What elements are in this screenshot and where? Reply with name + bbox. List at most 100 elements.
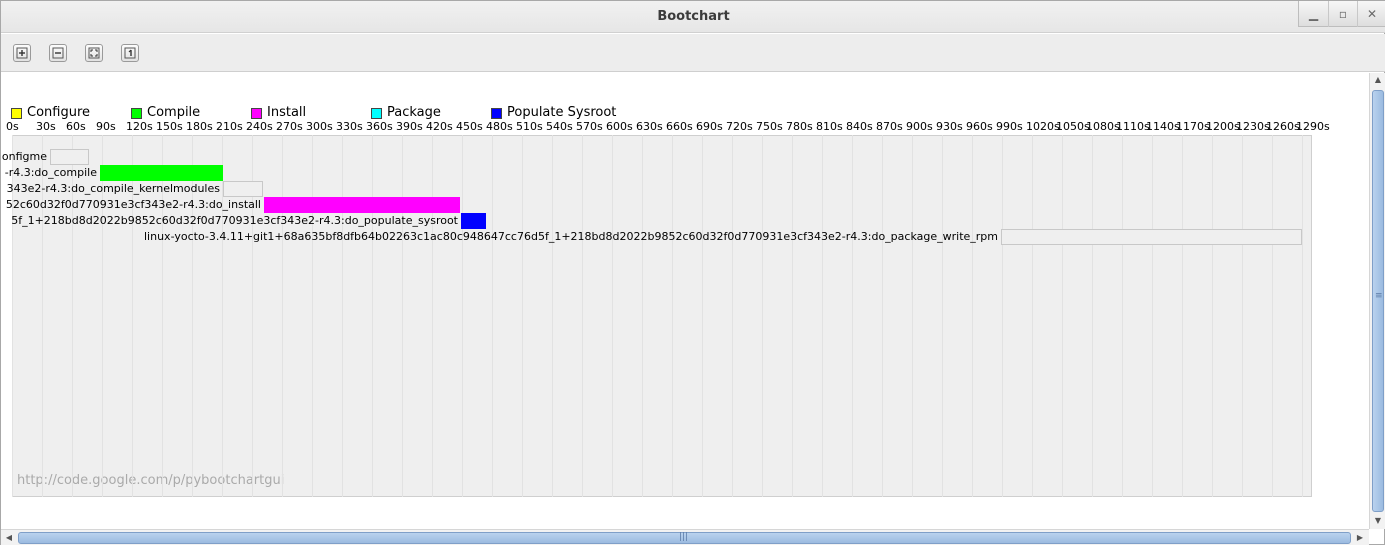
zoom-out-button[interactable] bbox=[49, 44, 67, 62]
close-icon: ✕ bbox=[1366, 7, 1378, 21]
grid-line bbox=[1302, 135, 1303, 497]
x-tick-label: 750s bbox=[756, 120, 783, 133]
grid-line bbox=[1092, 135, 1093, 497]
x-tick-label: 540s bbox=[546, 120, 573, 133]
grid-line bbox=[1122, 135, 1123, 497]
grid-line bbox=[552, 135, 553, 497]
x-tick-label: 300s bbox=[306, 120, 333, 133]
task-bar[interactable] bbox=[100, 165, 223, 181]
task-label: onfigme bbox=[1, 150, 47, 163]
grid-line bbox=[942, 135, 943, 497]
grid-line bbox=[1062, 135, 1063, 497]
legend-label: Compile bbox=[147, 105, 201, 120]
x-tick-label: 420s bbox=[426, 120, 453, 133]
grid-line bbox=[822, 135, 823, 497]
x-tick-label: 330s bbox=[336, 120, 363, 133]
x-tick-label: 60s bbox=[66, 120, 86, 133]
grid-line bbox=[612, 135, 613, 497]
x-tick-label: 1230s bbox=[1236, 120, 1270, 133]
zoom-in-icon bbox=[16, 47, 28, 59]
x-tick-label: 600s bbox=[606, 120, 633, 133]
grid-line bbox=[492, 135, 493, 497]
scroll-right-icon[interactable]: ▶ bbox=[1352, 531, 1368, 545]
minimize-button[interactable]: ▁ bbox=[1299, 1, 1328, 27]
task-bar[interactable] bbox=[1001, 229, 1302, 245]
window-controls: ▁ ▫ ✕ bbox=[1298, 1, 1385, 27]
project-url: http://code.google.com/p/pybootchartgui bbox=[17, 473, 285, 488]
x-tick-label: 690s bbox=[696, 120, 723, 133]
grid-line bbox=[402, 135, 403, 497]
grid-line bbox=[372, 135, 373, 497]
horizontal-scrollbar[interactable]: ◀ ||| ▶ bbox=[1, 529, 1369, 545]
legend-label: Package bbox=[387, 105, 441, 120]
legend-swatch bbox=[11, 108, 22, 119]
x-tick-label: 450s bbox=[456, 120, 483, 133]
x-tick-label: 810s bbox=[816, 120, 843, 133]
task-label: 52c60d32f0d770931e3cf343e2-r4.3:do_insta… bbox=[5, 198, 261, 211]
grid-line bbox=[972, 135, 973, 497]
task-label: 343e2-r4.3:do_compile_kernelmodules bbox=[6, 182, 220, 195]
title-bar[interactable]: Bootchart ▁ ▫ ✕ bbox=[1, 1, 1385, 33]
task-label: -r4.3:do_compile bbox=[4, 166, 97, 179]
grid-line bbox=[1032, 135, 1033, 497]
grid-line bbox=[312, 135, 313, 497]
zoom-100-icon bbox=[124, 47, 136, 59]
x-tick-label: 960s bbox=[966, 120, 993, 133]
x-tick-label: 390s bbox=[396, 120, 423, 133]
grid-line bbox=[882, 135, 883, 497]
task-label: linux-yocto-3.4.11+git1+68a635bf8dfb64b0… bbox=[144, 230, 998, 243]
chart-canvas[interactable]: http://code.google.com/p/pybootchartgui … bbox=[1, 73, 1368, 529]
toolbar bbox=[1, 34, 1385, 72]
minimize-icon: ▁ bbox=[1308, 7, 1319, 21]
vertical-scroll-thumb[interactable]: ≡ bbox=[1372, 90, 1384, 512]
x-tick-label: 480s bbox=[486, 120, 513, 133]
x-tick-label: 90s bbox=[96, 120, 116, 133]
x-tick-label: 720s bbox=[726, 120, 753, 133]
x-tick-label: 870s bbox=[876, 120, 903, 133]
grid-line bbox=[282, 135, 283, 497]
zoom-fit-button[interactable] bbox=[85, 44, 103, 62]
grid-line bbox=[432, 135, 433, 497]
x-tick-label: 1200s bbox=[1206, 120, 1240, 133]
grid-line bbox=[582, 135, 583, 497]
grid-line bbox=[1272, 135, 1273, 497]
scroll-down-icon[interactable]: ▼ bbox=[1370, 514, 1385, 528]
task-bar[interactable] bbox=[264, 197, 460, 213]
zoom-in-button[interactable] bbox=[13, 44, 31, 62]
task-bar[interactable] bbox=[461, 213, 486, 229]
grid-line bbox=[1182, 135, 1183, 497]
bootchart-window: Bootchart ▁ ▫ ✕ http://code.google.com/p… bbox=[0, 0, 1385, 545]
legend-swatch bbox=[131, 108, 142, 119]
x-tick-label: 990s bbox=[996, 120, 1023, 133]
x-tick-label: 210s bbox=[216, 120, 243, 133]
legend-swatch bbox=[371, 108, 382, 119]
grid-line bbox=[1152, 135, 1153, 497]
x-tick-label: 660s bbox=[666, 120, 693, 133]
task-bar[interactable] bbox=[50, 149, 89, 165]
grid-line bbox=[762, 135, 763, 497]
grid-line bbox=[522, 135, 523, 497]
grip-icon: ≡ bbox=[1375, 291, 1383, 301]
scroll-up-icon[interactable]: ▲ bbox=[1370, 73, 1385, 87]
x-tick-label: 1260s bbox=[1266, 120, 1300, 133]
zoom-reset-button[interactable] bbox=[121, 44, 139, 62]
task-bar[interactable] bbox=[223, 181, 263, 197]
x-tick-label: 900s bbox=[906, 120, 933, 133]
x-tick-label: 0s bbox=[6, 120, 19, 133]
vertical-scrollbar[interactable]: ▲ ≡ ▼ bbox=[1369, 73, 1385, 529]
legend-label: Install bbox=[267, 105, 307, 120]
grid-line bbox=[1002, 135, 1003, 497]
grid-line bbox=[702, 135, 703, 497]
x-tick-label: 510s bbox=[516, 120, 543, 133]
scroll-left-icon[interactable]: ◀ bbox=[1, 531, 17, 545]
grid-line bbox=[1242, 135, 1243, 497]
close-button[interactable]: ✕ bbox=[1357, 1, 1385, 27]
horizontal-scroll-thumb[interactable]: ||| bbox=[18, 532, 1351, 544]
x-tick-label: 780s bbox=[786, 120, 813, 133]
grid-line bbox=[792, 135, 793, 497]
maximize-button[interactable]: ▫ bbox=[1328, 1, 1357, 27]
x-tick-label: 1290s bbox=[1296, 120, 1330, 133]
x-tick-label: 30s bbox=[36, 120, 56, 133]
task-label: 5f_1+218bd8d2022b9852c60d32f0d770931e3cf… bbox=[11, 214, 458, 227]
zoom-fit-icon bbox=[88, 47, 100, 59]
